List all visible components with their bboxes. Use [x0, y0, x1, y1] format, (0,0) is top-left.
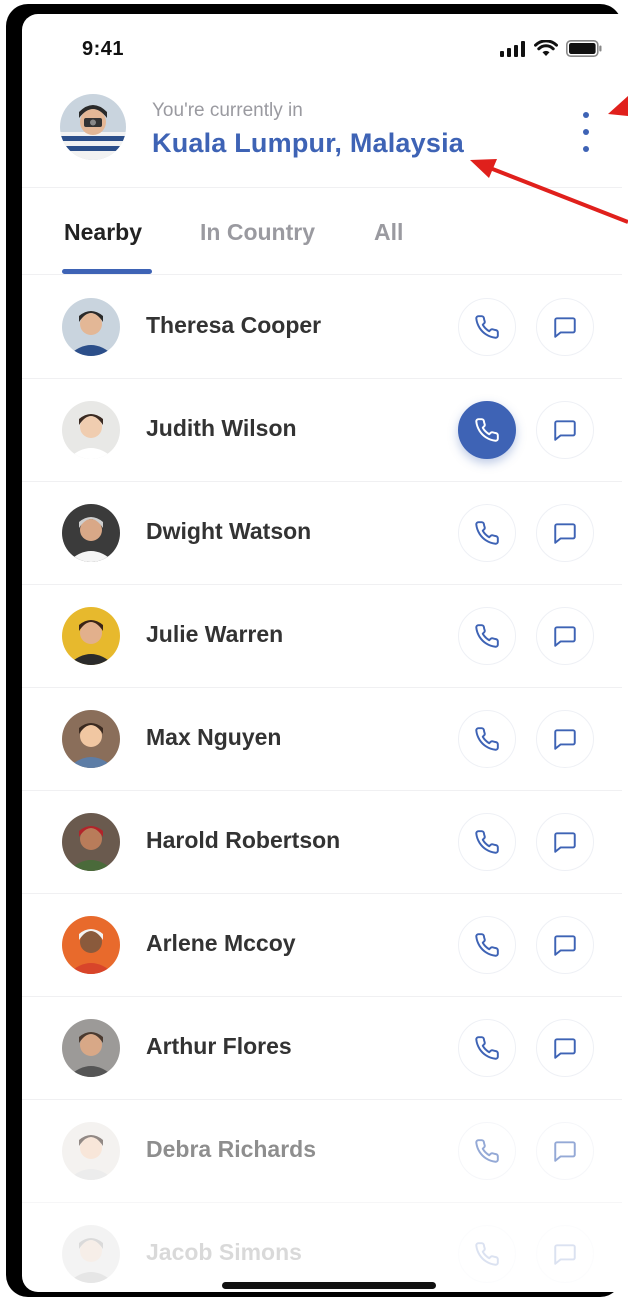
message-button[interactable]	[536, 298, 594, 356]
avatar	[62, 298, 120, 356]
contact-name: Max Nguyen	[146, 724, 282, 750]
contact-row[interactable]: Max Nguyen	[22, 688, 622, 791]
screen: 9:41 You're currently in Kuala Lumpur, M…	[22, 14, 622, 1292]
call-button[interactable]	[458, 298, 516, 356]
message-icon	[552, 1241, 578, 1267]
contact-name: Jacob Simons	[146, 1239, 302, 1265]
message-icon	[552, 829, 578, 855]
avatar	[62, 607, 120, 665]
contact-row[interactable]: Julie Warren	[22, 585, 622, 688]
home-indicator	[222, 1282, 436, 1289]
call-button[interactable]	[458, 813, 516, 871]
phone-icon	[474, 314, 500, 340]
phone-icon	[474, 829, 500, 855]
tab-all[interactable]: All	[374, 219, 403, 246]
signal-icon	[500, 40, 525, 57]
phone-icon	[474, 1138, 500, 1164]
active-tab-indicator	[62, 269, 152, 274]
phone-icon	[474, 520, 500, 546]
message-icon	[552, 726, 578, 752]
phone-icon	[474, 623, 500, 649]
contact-name: Harold Robertson	[146, 827, 341, 853]
message-button[interactable]	[536, 1019, 594, 1077]
call-button[interactable]	[458, 916, 516, 974]
contact-row[interactable]: Arlene Mccoy	[22, 894, 622, 997]
phone-icon	[474, 932, 500, 958]
call-button[interactable]	[458, 710, 516, 768]
contact-row[interactable]: Harold Robertson	[22, 791, 622, 894]
user-avatar[interactable]	[60, 94, 126, 160]
contact-name: Dwight Watson	[146, 518, 312, 544]
message-button[interactable]	[536, 1225, 594, 1283]
message-button[interactable]	[536, 607, 594, 665]
contact-list: Theresa Cooper Judith Wilson Dwight Watson…	[22, 276, 622, 1292]
contact-name: Theresa Cooper	[146, 312, 322, 338]
battery-icon	[566, 40, 602, 57]
avatar	[62, 1122, 120, 1180]
contact-name: Julie Warren	[146, 621, 284, 647]
call-button[interactable]	[458, 504, 516, 562]
avatar	[62, 401, 120, 459]
message-button[interactable]	[536, 813, 594, 871]
tab-in-country[interactable]: In Country	[200, 219, 315, 246]
avatar	[62, 1225, 120, 1283]
phone-frame: 9:41 You're currently in Kuala Lumpur, M…	[6, 4, 622, 1297]
contact-name: Arlene Mccoy	[146, 930, 296, 956]
phone-icon	[474, 726, 500, 752]
message-icon	[552, 314, 578, 340]
tab-nearby[interactable]: Nearby	[64, 219, 142, 246]
avatar	[62, 504, 120, 562]
contact-row[interactable]: Dwight Watson	[22, 482, 622, 585]
tab-bar: Nearby In Country All	[22, 189, 622, 275]
call-button[interactable]	[458, 1019, 516, 1077]
call-button[interactable]	[458, 401, 516, 459]
avatar	[62, 813, 120, 871]
location-subtitle: You're currently in	[152, 100, 303, 121]
contact-name: Judith Wilson	[146, 415, 297, 441]
message-button[interactable]	[536, 916, 594, 974]
message-icon	[552, 623, 578, 649]
status-bar: 9:41	[22, 14, 622, 66]
message-icon	[552, 932, 578, 958]
status-time: 9:41	[82, 38, 125, 60]
message-icon	[552, 417, 578, 443]
avatar	[62, 1019, 120, 1077]
status-icons	[500, 40, 602, 57]
contact-row[interactable]: Arthur Flores	[22, 997, 622, 1100]
more-vertical-icon[interactable]	[574, 112, 598, 152]
message-button[interactable]	[536, 710, 594, 768]
phone-icon	[474, 1035, 500, 1061]
avatar	[62, 916, 120, 974]
message-icon	[552, 1035, 578, 1061]
contact-row[interactable]: Theresa Cooper	[22, 276, 622, 379]
contact-row[interactable]: Judith Wilson	[22, 379, 622, 482]
message-icon	[552, 520, 578, 546]
message-button[interactable]	[536, 1122, 594, 1180]
message-icon	[552, 1138, 578, 1164]
call-button[interactable]	[458, 1122, 516, 1180]
current-location[interactable]: Kuala Lumpur, Malaysia	[152, 128, 464, 159]
contact-name: Debra Richards	[146, 1136, 317, 1162]
phone-icon	[474, 417, 500, 443]
phone-icon	[474, 1241, 500, 1267]
contact-row[interactable]: Debra Richards	[22, 1100, 622, 1203]
avatar	[62, 710, 120, 768]
wifi-icon	[534, 40, 558, 56]
message-button[interactable]	[536, 401, 594, 459]
contact-row[interactable]: Jacob Simons	[22, 1203, 622, 1292]
call-button[interactable]	[458, 1225, 516, 1283]
contact-name: Arthur Flores	[146, 1033, 292, 1059]
location-header: You're currently in Kuala Lumpur, Malays…	[22, 76, 622, 188]
message-button[interactable]	[536, 504, 594, 562]
call-button[interactable]	[458, 607, 516, 665]
